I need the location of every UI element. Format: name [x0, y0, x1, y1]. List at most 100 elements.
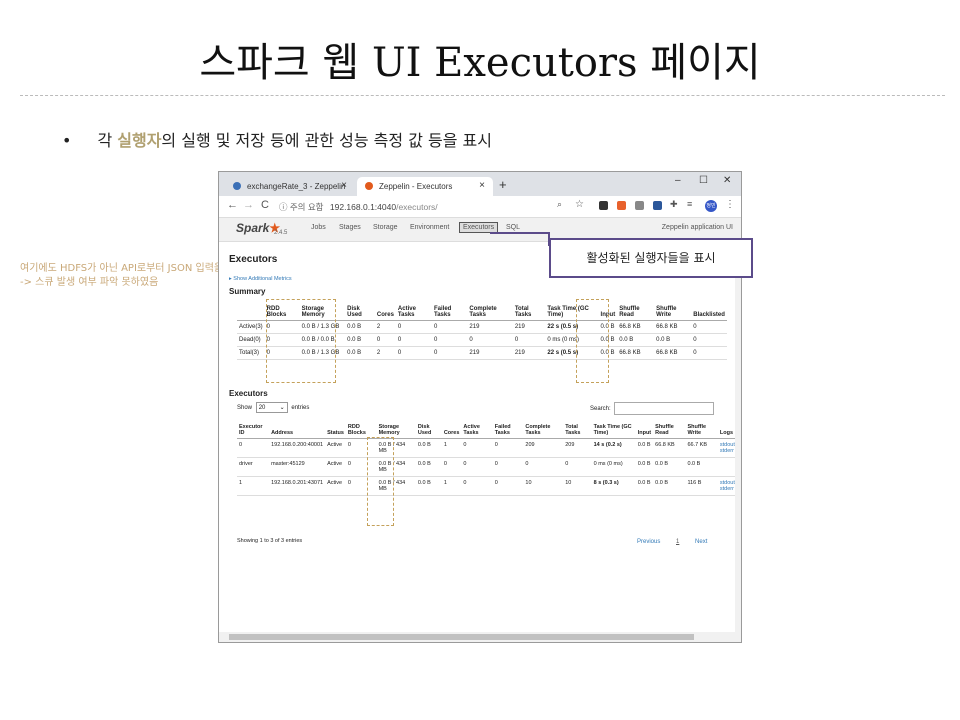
nav-environment[interactable]: Environment: [410, 224, 449, 231]
bullet-line: • 각 실행자의 실행 및 저장 등에 관한 성능 측정 값 등을 표시: [62, 127, 492, 151]
exec-cell: 14 s (0.2 s): [591, 438, 636, 458]
summary-cell: Total(3): [237, 346, 265, 360]
next-link[interactable]: Next: [695, 539, 707, 545]
address-bar: ← → C ⓘ 주의 요함 192.168.0.1:4040/executors…: [219, 196, 741, 218]
url-host: 192.168.0.1:4040: [329, 202, 397, 212]
page-length-control: Show 20 ⌄ entries: [237, 402, 309, 413]
nav-storage[interactable]: Storage: [373, 224, 398, 231]
new-tab-button[interactable]: +: [499, 177, 507, 192]
url-field[interactable]: ⓘ 주의 요함 192.168.0.1:4040/executors/: [279, 201, 438, 213]
profile-avatar[interactable]: 정민: [705, 200, 717, 212]
exec-header[interactable]: Input: [635, 422, 654, 439]
exec-header[interactable]: Failed Tasks: [492, 422, 524, 439]
summary-cell: 0.0 B: [345, 346, 375, 360]
close-window-button[interactable]: ✕: [723, 175, 731, 186]
tab-zeppelin-executors[interactable]: Zeppelin - Executors ×: [357, 177, 493, 196]
summary-header[interactable]: Complete Tasks: [467, 304, 513, 321]
bullet-dot: •: [62, 131, 72, 150]
exec-header[interactable]: Cores: [441, 422, 462, 439]
spark-version: 2.4.5: [274, 230, 288, 236]
exec-cell: 0 ms (0 ms): [591, 457, 636, 477]
summary-header[interactable]: Cores: [374, 304, 396, 321]
summary-header[interactable]: Failed Tasks: [432, 304, 468, 321]
tab-exchange-rate[interactable]: exchangeRate_3 - Zeppelin ×: [225, 177, 355, 196]
exec-cell: 0.0 B: [635, 457, 654, 477]
page-length-select[interactable]: 20 ⌄: [255, 402, 288, 413]
exec-header[interactable]: Disk Used: [415, 422, 442, 439]
pagination: Previous 1 Next: [637, 539, 721, 545]
tab-close-icon[interactable]: ×: [479, 180, 485, 191]
extension-icon[interactable]: [599, 201, 608, 210]
security-warning[interactable]: ⓘ 주의 요함: [279, 202, 324, 212]
summary-cell: 2: [374, 346, 396, 360]
exec-cell: 0: [492, 438, 524, 458]
summary-cell: 0: [432, 346, 468, 360]
exec-cell: 0: [461, 476, 493, 496]
forward-button[interactable]: →: [243, 199, 254, 211]
url-path: /executors/: [396, 202, 438, 212]
highlight-rdd-summary: [266, 299, 336, 383]
exec-cell: 1: [441, 438, 462, 458]
summary-cell: 0: [691, 320, 727, 334]
exec-cell: 192.168.0.201:43071: [269, 476, 326, 496]
minimize-button[interactable]: –: [675, 175, 681, 186]
executors-title: Executors: [229, 389, 268, 398]
exec-header[interactable]: Address: [269, 422, 326, 439]
exec-cell: 66.7 KB: [685, 438, 718, 458]
summary-cell: 66.8 KB: [617, 346, 655, 360]
exec-cell: 66.8 KB: [653, 438, 686, 458]
summary-cell: 0: [395, 346, 432, 360]
exec-header[interactable]: Shuffle Read: [653, 422, 686, 439]
exec-cell: 0: [461, 457, 493, 477]
tab-close-icon[interactable]: ×: [341, 180, 347, 191]
exec-header[interactable]: Complete Tasks: [523, 422, 564, 439]
table-row: driver master:45129 Active 0 0.0 B / 434…: [237, 457, 741, 477]
previous-link[interactable]: Previous: [637, 539, 660, 545]
reading-list-icon[interactable]: ≡: [687, 199, 692, 209]
summary-cell: 219: [512, 346, 546, 360]
exec-header[interactable]: Total Tasks: [563, 422, 592, 439]
summary-header[interactable]: [237, 304, 265, 321]
extension-icon[interactable]: [617, 201, 626, 210]
exec-header[interactable]: Shuffle Write: [685, 422, 718, 439]
vertical-scrollbar[interactable]: [735, 242, 741, 632]
nav-jobs[interactable]: Jobs: [311, 224, 326, 231]
exec-header[interactable]: Task Time (GC Time): [591, 422, 636, 439]
nav-sql[interactable]: SQL: [506, 224, 520, 231]
page-1-link[interactable]: 1: [676, 539, 679, 545]
exec-cell: 0.0 B: [685, 457, 718, 477]
maximize-button[interactable]: ☐: [699, 175, 708, 186]
summary-header[interactable]: Total Tasks: [512, 304, 546, 321]
reload-button[interactable]: C: [261, 199, 269, 211]
horizontal-scrollbar[interactable]: [219, 632, 741, 642]
exec-cell: 0: [523, 457, 564, 477]
summary-header[interactable]: Disk Used: [345, 304, 375, 321]
back-button[interactable]: ←: [227, 199, 238, 211]
exec-cell: master:45129: [269, 457, 326, 477]
zoom-search-icon[interactable]: ⌕: [557, 199, 562, 210]
summary-header[interactable]: Active Tasks: [395, 304, 432, 321]
summary-header[interactable]: Shuffle Read: [617, 304, 655, 321]
extension-icon[interactable]: [653, 201, 662, 210]
extension-icon[interactable]: [635, 201, 644, 210]
page-title: Executors: [229, 254, 278, 265]
exec-header[interactable]: Active Tasks: [461, 422, 493, 439]
exec-header[interactable]: Executor ID: [237, 422, 270, 439]
show-additional-metrics-link[interactable]: ▸ Show Additional Metrics: [229, 276, 292, 282]
summary-title: Summary: [229, 287, 266, 296]
summary-cell: 2: [374, 320, 396, 334]
scrollbar-thumb[interactable]: [229, 634, 694, 640]
exec-header[interactable]: Status: [325, 422, 346, 439]
exec-cell: 0: [492, 476, 524, 496]
summary-header[interactable]: Blacklisted: [691, 304, 727, 321]
summary-cell: 66.8 KB: [654, 346, 692, 360]
app-name: Zeppelin application UI: [661, 224, 733, 231]
search-input[interactable]: [613, 402, 714, 415]
nav-stages[interactable]: Stages: [339, 224, 361, 231]
bullet-suffix: 의 실행 및 저장 등에 관한 성능 측정 값 등을 표시: [161, 131, 492, 150]
menu-kebab-icon[interactable]: ⋮: [725, 199, 735, 210]
page-length-value: 20: [258, 405, 266, 411]
extensions-puzzle-icon[interactable]: ✚: [670, 199, 678, 210]
summary-header[interactable]: Shuffle Write: [654, 304, 692, 321]
bookmark-star-icon[interactable]: ☆: [575, 199, 584, 210]
